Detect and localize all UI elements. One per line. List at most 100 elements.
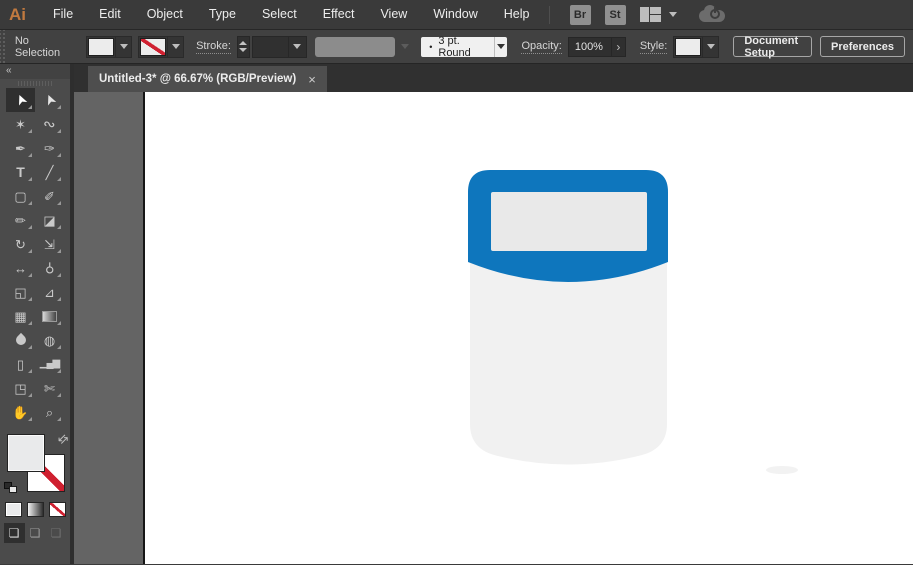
none-button[interactable] bbox=[48, 502, 66, 517]
tools-panel: « ➤ ➤ ✶ ∾ ✒ ✑ T ╱ ▢ ✐ ✏ ◪ ↻ ⇲ ↔ ⚲ ◱ ⊿ ▦ … bbox=[0, 64, 71, 564]
panel-grip[interactable] bbox=[0, 79, 70, 88]
shape-builder-tool[interactable]: ◱ bbox=[6, 280, 35, 304]
stroke-weight-stepper[interactable] bbox=[236, 35, 251, 58]
power-icon bbox=[709, 6, 720, 19]
column-graph-tool[interactable]: ▁▄▆ bbox=[35, 352, 64, 376]
scale-tool[interactable]: ⇲ bbox=[35, 232, 64, 256]
rotate-tool[interactable]: ↻ bbox=[6, 232, 35, 256]
shaper-tool[interactable]: ✏ bbox=[6, 208, 35, 232]
eraser-tool[interactable]: ◪ bbox=[35, 208, 64, 232]
faint-smudge-shape bbox=[766, 466, 798, 474]
curvature-tool[interactable]: ✑ bbox=[35, 136, 64, 160]
bridge-button[interactable]: Br bbox=[569, 4, 591, 25]
menu-select[interactable]: Select bbox=[249, 0, 310, 29]
fill-stroke-indicator: ⇆ bbox=[0, 430, 71, 500]
brush-definition-dropdown-disabled bbox=[314, 36, 396, 57]
graphic-style-dropdown[interactable] bbox=[673, 35, 720, 58]
fill-proxy-swatch[interactable] bbox=[7, 434, 45, 472]
pen-tool[interactable]: ✒ bbox=[6, 136, 35, 160]
none-slash-icon bbox=[49, 503, 65, 516]
workspace-switcher[interactable] bbox=[639, 7, 677, 22]
direct-selection-tool[interactable]: ➤ bbox=[35, 88, 64, 112]
chevron-down-icon bbox=[668, 12, 677, 17]
stroke-label[interactable]: Stroke: bbox=[196, 40, 231, 54]
paintbrush-tool[interactable]: ✐ bbox=[35, 184, 64, 208]
canister-body-shape[interactable] bbox=[470, 252, 667, 465]
slice-tool[interactable]: ✄ bbox=[35, 376, 64, 400]
gradient-tool[interactable]: ▥ bbox=[35, 304, 64, 328]
line-segment-tool[interactable]: ╱ bbox=[35, 160, 64, 184]
symbol-sprayer-tool[interactable]: ▯ bbox=[6, 352, 35, 376]
type-tool[interactable]: T bbox=[6, 160, 35, 184]
document-tab-bar: Untitled-3* @ 66.67% (RGB/Preview) × bbox=[74, 64, 913, 92]
eyedropper-tool[interactable] bbox=[6, 328, 35, 352]
chevron-down-icon bbox=[497, 44, 506, 49]
menu-items: File Edit Object Type Select Effect View… bbox=[40, 0, 543, 29]
creative-cloud-power-icon[interactable] bbox=[698, 4, 727, 23]
width-tool[interactable]: ↔ bbox=[6, 256, 35, 280]
mesh-tool[interactable]: ▦ bbox=[6, 304, 35, 328]
hand-tool[interactable]: ✋ bbox=[6, 400, 35, 424]
variable-width-profile-value: 3 pt. Round bbox=[438, 34, 471, 59]
panel-collapse-button[interactable]: « bbox=[0, 64, 70, 79]
control-bar-grip[interactable] bbox=[0, 30, 7, 63]
stroke-weight-dropdown[interactable] bbox=[252, 35, 307, 58]
lasso-tool[interactable]: ∾ bbox=[35, 112, 64, 136]
draw-behind-button[interactable]: ❏ bbox=[25, 523, 46, 543]
canvas-viewport[interactable] bbox=[74, 92, 913, 564]
menu-view[interactable]: View bbox=[367, 0, 420, 29]
menu-object[interactable]: Object bbox=[134, 0, 196, 29]
control-bar: No Selection Stroke: • 3 pt. Round Opaci… bbox=[0, 30, 913, 64]
menu-window[interactable]: Window bbox=[420, 0, 490, 29]
canister-screen-shape[interactable] bbox=[491, 192, 647, 251]
stroke-color-dropdown[interactable] bbox=[138, 35, 185, 58]
puppet-warp-tool[interactable]: ⚲ bbox=[35, 256, 64, 280]
menu-edit[interactable]: Edit bbox=[86, 0, 134, 29]
close-tab-icon[interactable]: × bbox=[308, 72, 316, 87]
none-slash-icon bbox=[141, 38, 166, 55]
perspective-grid-tool[interactable]: ⊿ bbox=[35, 280, 64, 304]
chevron-down-icon bbox=[293, 44, 302, 49]
variable-width-profile-dropdown[interactable]: • 3 pt. Round bbox=[421, 34, 508, 59]
artboard-tool[interactable]: ◳ bbox=[6, 376, 35, 400]
draw-normal-button[interactable]: ❏ bbox=[3, 523, 25, 543]
chevron-down-icon bbox=[401, 44, 410, 49]
workspace-layout-icon bbox=[639, 7, 662, 22]
illustrator-logo-icon: Ai bbox=[9, 4, 26, 24]
document-tab[interactable]: Untitled-3* @ 66.67% (RGB/Preview) × bbox=[88, 66, 327, 92]
opacity-field[interactable]: 100% › bbox=[567, 36, 626, 57]
step-up-icon[interactable] bbox=[239, 41, 248, 45]
opacity-expand-icon[interactable]: › bbox=[610, 37, 625, 56]
menubar-divider bbox=[548, 5, 550, 24]
document-tab-title: Untitled-3* @ 66.67% (RGB/Preview) bbox=[99, 73, 297, 85]
menu-bar: Ai File Edit Object Type Select Effect V… bbox=[0, 0, 913, 30]
opacity-label[interactable]: Opacity: bbox=[521, 40, 562, 54]
chevron-down-icon bbox=[171, 44, 180, 49]
zoom-tool[interactable]: ⌕ bbox=[35, 400, 64, 424]
menu-help[interactable]: Help bbox=[491, 0, 543, 29]
selection-tool[interactable]: ➤ bbox=[6, 88, 35, 112]
magic-wand-tool[interactable]: ✶ bbox=[6, 112, 35, 136]
swap-fill-stroke-icon[interactable]: ⇆ bbox=[54, 430, 71, 447]
main-area: « ➤ ➤ ✶ ∾ ✒ ✑ T ╱ ▢ ✐ ✏ ◪ ↻ ⇲ ↔ ⚲ ◱ ⊿ ▦ … bbox=[0, 64, 913, 564]
step-down-icon[interactable] bbox=[239, 48, 248, 52]
gradient-button[interactable] bbox=[26, 502, 44, 517]
opacity-value[interactable]: 100% bbox=[569, 41, 611, 53]
draw-inside-button[interactable]: ❏ bbox=[46, 523, 67, 543]
document-area: Untitled-3* @ 66.67% (RGB/Preview) × bbox=[74, 64, 913, 564]
fill-color-swatch bbox=[88, 37, 115, 56]
style-label[interactable]: Style: bbox=[639, 40, 668, 54]
chevron-down-icon bbox=[706, 44, 715, 49]
artwork-canister-icon[interactable] bbox=[464, 164, 884, 564]
document-setup-button[interactable]: Document Setup bbox=[733, 35, 812, 59]
stock-button[interactable]: St bbox=[604, 4, 626, 25]
menu-effect[interactable]: Effect bbox=[310, 0, 368, 29]
rectangle-tool[interactable]: ▢ bbox=[6, 184, 35, 208]
menu-file[interactable]: File bbox=[40, 0, 86, 29]
default-fill-stroke-icon[interactable] bbox=[4, 482, 17, 493]
color-button[interactable] bbox=[4, 502, 22, 517]
preferences-button[interactable]: Preferences bbox=[820, 36, 905, 57]
blend-tool[interactable]: ◍ bbox=[35, 328, 64, 352]
fill-color-dropdown[interactable] bbox=[86, 35, 133, 58]
menu-type[interactable]: Type bbox=[196, 0, 249, 29]
